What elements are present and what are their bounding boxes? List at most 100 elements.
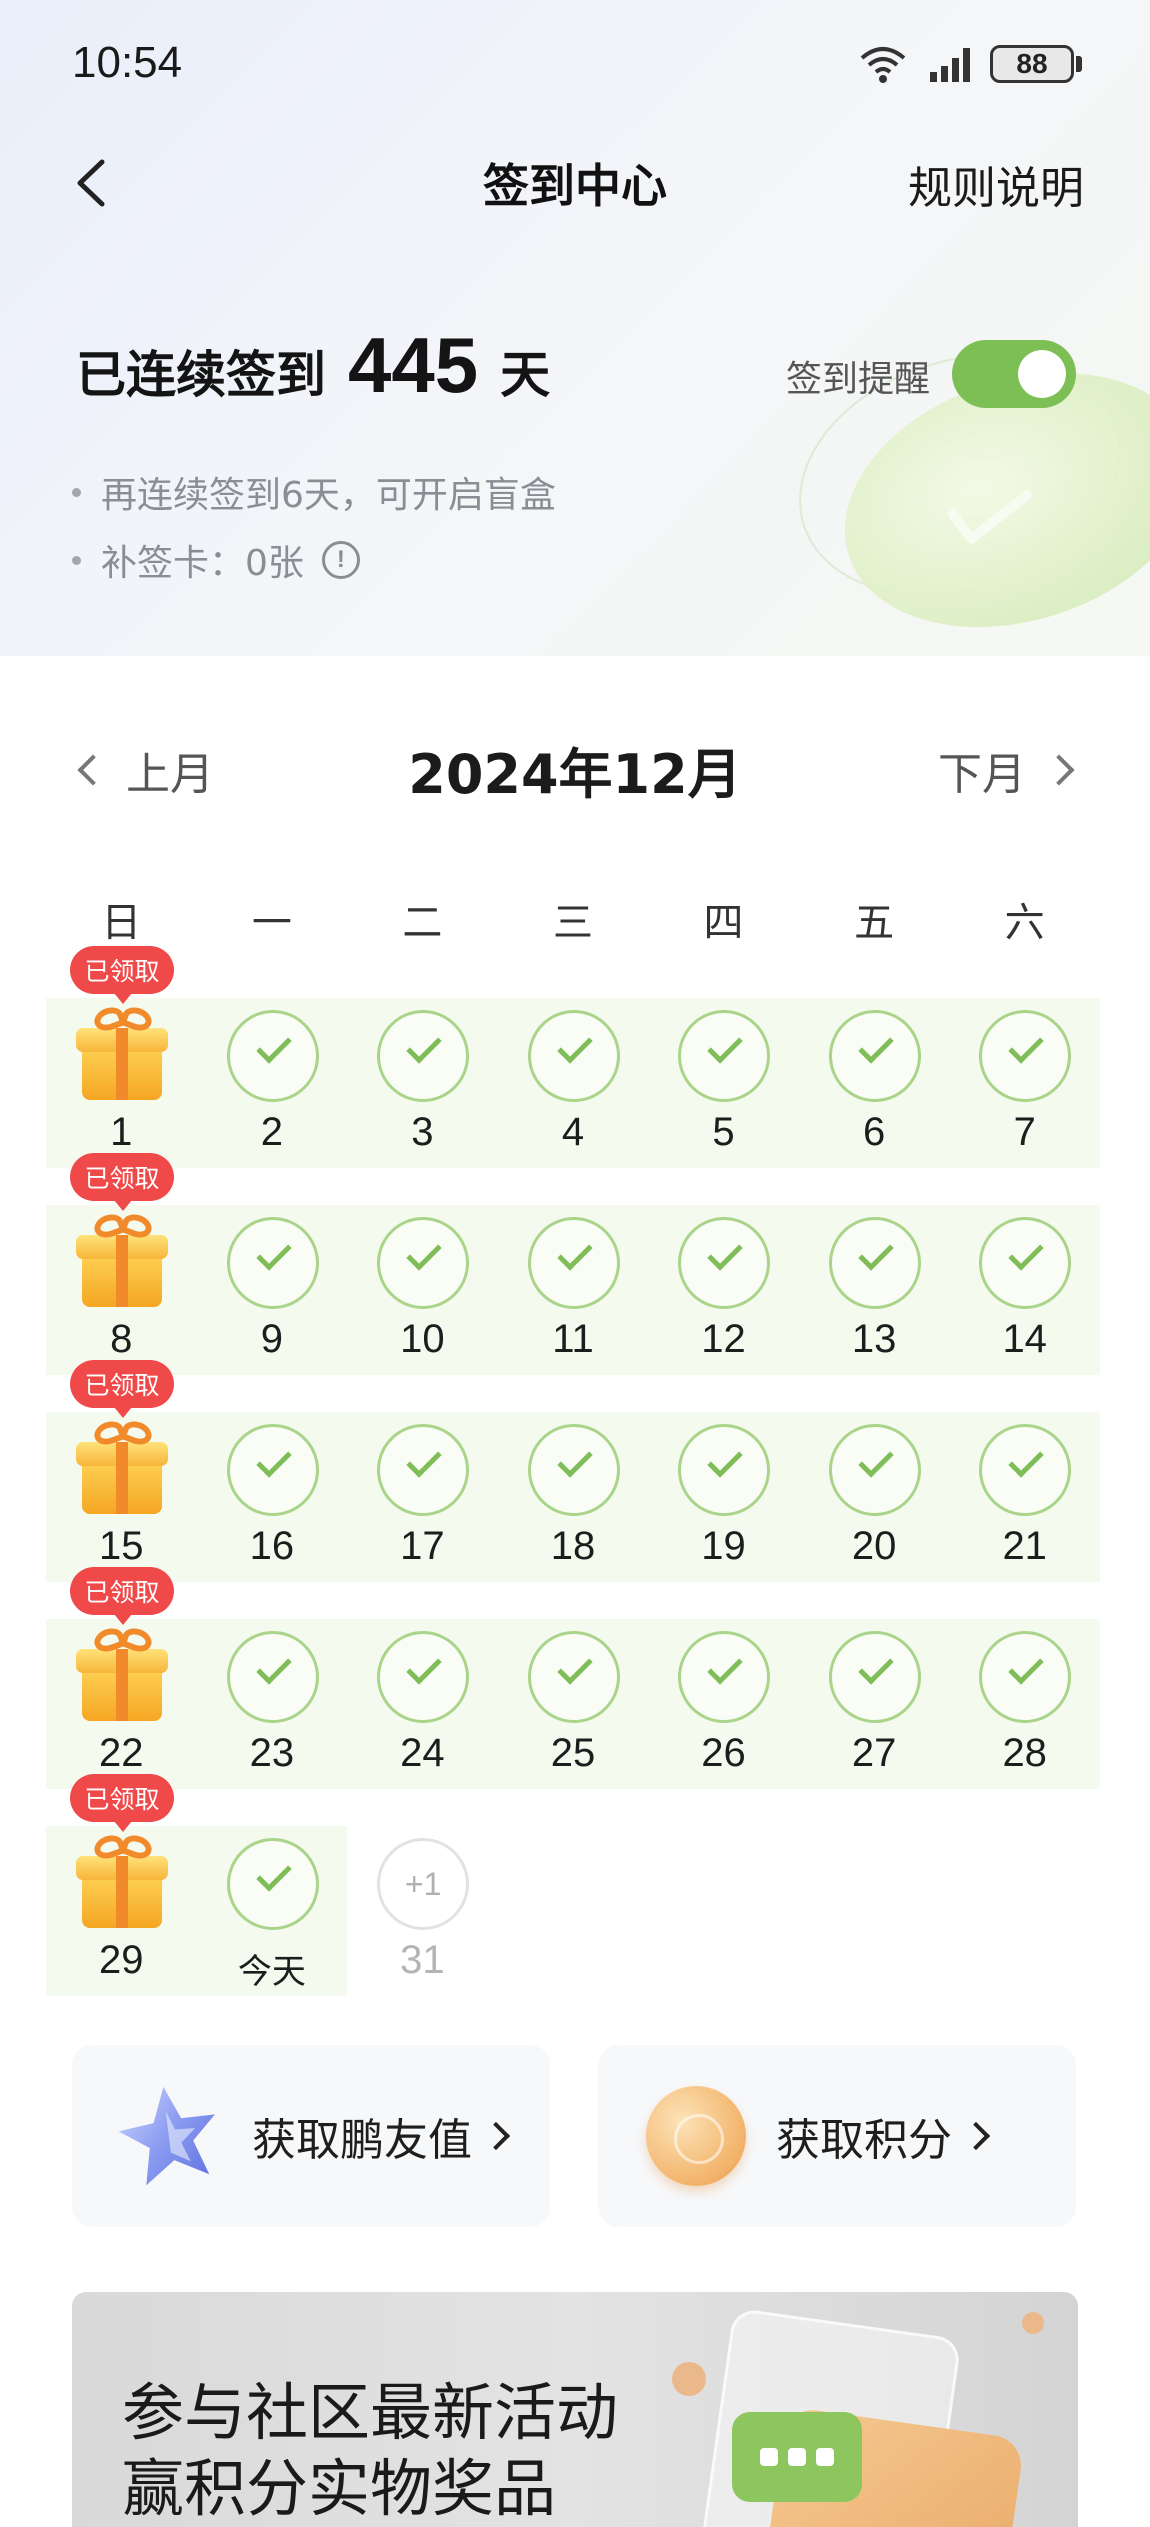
day-number: 8 <box>110 1317 133 1361</box>
streak-days: 445 <box>348 321 479 409</box>
day-number: 19 <box>701 1524 746 1568</box>
calendar-day-cell[interactable]: 13 <box>799 1205 950 1375</box>
status-bar: 10:54 88 <box>0 0 1150 132</box>
chat-bubble-icon <box>732 2412 862 2502</box>
battery-tip <box>1076 56 1082 72</box>
coin-icon <box>646 2086 746 2186</box>
calendar-day-cell[interactable]: 17 <box>347 1412 498 1582</box>
status-time: 10:54 <box>72 38 183 87</box>
calendar-day-cell[interactable]: 已领取 8 <box>46 1153 197 1375</box>
day-number: 6 <box>863 1110 886 1154</box>
day-number: 21 <box>1002 1524 1047 1568</box>
calendar-day-cell[interactable]: 26 <box>648 1619 799 1789</box>
checked-icon <box>226 1217 319 1309</box>
calendar-week-row: 已领取 22 23 24 25 26 27 28 <box>46 1567 1100 1789</box>
checked-icon <box>377 1217 470 1309</box>
day-number: 27 <box>851 1731 897 1775</box>
checked-icon <box>828 1424 921 1516</box>
day-number: 1 <box>110 1110 133 1154</box>
calendar-day-cell[interactable]: 28 <box>949 1619 1100 1789</box>
day-number: 18 <box>550 1524 596 1568</box>
day-number: 15 <box>99 1524 144 1568</box>
day-number: 28 <box>1002 1731 1047 1775</box>
calendar-day-cell[interactable]: 18 <box>498 1412 649 1582</box>
day-number: 22 <box>99 1731 144 1775</box>
claimed-badge: 已领取 <box>70 1567 174 1625</box>
banner-decor-dot <box>1022 2312 1044 2334</box>
day-number: 29 <box>99 1938 144 1982</box>
checked-icon <box>226 1838 319 1930</box>
month-navigation: 上月 2024年12月 下月 <box>0 720 1150 820</box>
calendar-day-cell[interactable]: 今天 <box>197 1826 348 1996</box>
star-icon <box>118 2086 215 2186</box>
calendar-day-cell[interactable]: 14 <box>949 1205 1100 1375</box>
weekday-label: 一 <box>251 900 292 946</box>
calendar-day-cell[interactable]: 7 <box>949 998 1100 1168</box>
weekday-label: 三 <box>552 900 593 946</box>
calendar-day-cell[interactable]: 11 <box>498 1205 649 1375</box>
day-number: 12 <box>701 1317 746 1361</box>
claimed-badge: 已领取 <box>70 1153 174 1211</box>
chevron-right-icon <box>1043 754 1075 786</box>
makeup-card-info: 补签卡：0张 ! <box>72 534 360 586</box>
calendar-day-cell[interactable]: 5 <box>648 998 799 1168</box>
makeup-card-text: 补签卡：0张 <box>101 543 304 584</box>
gift-icon <box>76 1003 168 1104</box>
calendar-day-cell[interactable]: 已领取 22 <box>46 1567 197 1789</box>
checked-icon <box>377 1424 470 1516</box>
calendar-day-cell[interactable]: 6 <box>799 998 950 1168</box>
checked-icon <box>678 1631 771 1723</box>
checked-icon <box>527 1424 620 1516</box>
weekday-label: 五 <box>854 900 895 946</box>
calendar-day-cell[interactable]: 已领取 29 <box>46 1774 197 1996</box>
calendar-day-cell[interactable]: 已领取 1 <box>46 946 197 1168</box>
signal-icon <box>930 48 970 82</box>
calendar-day-cell[interactable]: 27 <box>799 1619 950 1789</box>
calendar-day-cell[interactable]: 23 <box>197 1619 348 1789</box>
calendar-day-cell[interactable]: 已领取 15 <box>46 1360 197 1582</box>
calendar-day-cell[interactable]: 10 <box>347 1205 498 1375</box>
calendar-day-cell[interactable]: 25 <box>498 1619 649 1789</box>
day-number: 5 <box>712 1110 735 1154</box>
checked-icon <box>979 1010 1072 1102</box>
day-number: 25 <box>550 1731 596 1775</box>
reminder-toggle[interactable] <box>952 340 1076 408</box>
rules-link[interactable]: 规则说明 <box>908 152 1084 216</box>
chevron-right-icon <box>481 2121 511 2151</box>
calendar-day-cell[interactable]: 4 <box>498 998 649 1168</box>
calendar-day-cell[interactable]: 12 <box>648 1205 799 1375</box>
streak-prefix: 已连续签到 <box>76 346 326 404</box>
calendar-day-cell[interactable]: 24 <box>347 1619 498 1789</box>
calendar-day-cell[interactable]: 20 <box>799 1412 950 1582</box>
bonus-badge: +1 <box>377 1838 470 1930</box>
checked-icon <box>527 1631 620 1723</box>
calendar-day-cell[interactable]: 3 <box>347 998 498 1168</box>
pengyou-value-card[interactable]: 获取鹏友值 <box>72 2045 550 2227</box>
checked-icon <box>828 1631 921 1723</box>
points-card[interactable]: 获取积分 <box>598 2045 1076 2227</box>
info-icon[interactable]: ! <box>321 541 360 579</box>
weekday-label: 日 <box>101 900 142 946</box>
checked-icon <box>828 1217 921 1309</box>
calendar-day-cell[interactable]: +1 31 <box>347 1826 498 1996</box>
calendar-day-cell[interactable]: 19 <box>648 1412 799 1582</box>
activity-banner[interactable]: 参与社区最新活动 赢积分实物奖品 <box>72 2292 1078 2527</box>
calendar-day-cell[interactable]: 16 <box>197 1412 348 1582</box>
calendar-week-row: 已领取 15 16 17 18 19 20 21 <box>46 1360 1100 1582</box>
checked-icon <box>527 1217 620 1309</box>
checked-icon <box>226 1010 319 1102</box>
battery-indicator: 88 <box>990 45 1074 83</box>
weekday-label: 四 <box>703 900 744 946</box>
toggle-knob <box>1018 350 1066 398</box>
calendar-day-cell[interactable]: 2 <box>197 998 348 1168</box>
next-month-button[interactable]: 下月 <box>938 738 1075 802</box>
day-number: 17 <box>400 1524 445 1568</box>
day-number: 26 <box>701 1731 746 1775</box>
calendar-week-row: 已领取 29 今天 +1 31 <box>46 1774 470 1996</box>
checked-icon <box>979 1631 1072 1723</box>
blind-box-text: 再连续签到6天，可开启盲盒 <box>101 475 556 516</box>
day-number: 10 <box>400 1317 445 1361</box>
day-number: 20 <box>851 1524 897 1568</box>
calendar-day-cell[interactable]: 9 <box>197 1205 348 1375</box>
calendar-day-cell[interactable]: 21 <box>949 1412 1100 1582</box>
